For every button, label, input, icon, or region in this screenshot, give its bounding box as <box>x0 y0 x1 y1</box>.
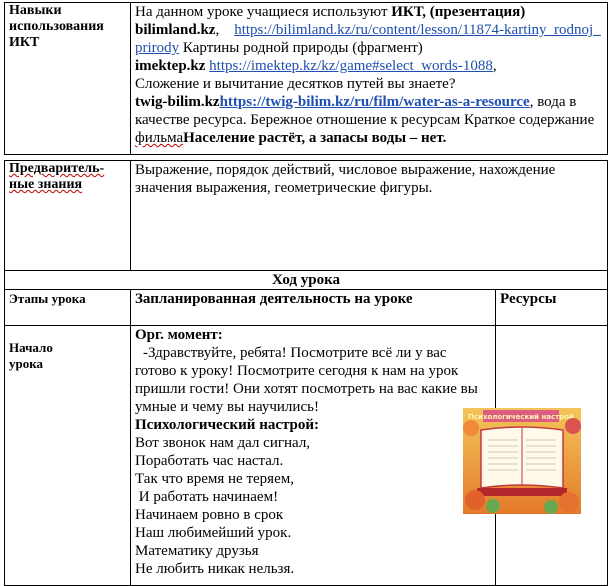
ict-line1-prefix: На данном уроке учащиеся используют <box>135 4 392 20</box>
ict-label-cell: Навыки использования ИКТ <box>4 2 131 155</box>
stage-cell: Начало урока <box>4 325 131 586</box>
lesson-title: Ход урока <box>271 272 341 288</box>
header-activity-cell: Запланированная деятельность на уроке <box>130 289 496 326</box>
poem-line-8: Не любить никак нельзя. <box>135 561 295 577</box>
ict-line1-bold: ИКТ, (презентация) <box>391 4 526 20</box>
stage-label: Начало урока <box>9 340 53 371</box>
activity-cell: Орг. момент: -Здравствуйте, ребята! Посм… <box>130 325 496 586</box>
site3-name: twig-bilim.kz <box>135 94 220 110</box>
ict-line3: imektep.kz https://imektep.kz/kz/game#se… <box>135 58 497 74</box>
site2-name: imektep.kz <box>135 58 206 74</box>
prior-content-cell: Выражение, порядок действий, числовое вы… <box>130 160 608 271</box>
resource-poster-image: Психологический настрой <box>463 408 581 514</box>
ict-label: Навыки использования ИКТ <box>9 3 104 50</box>
poem-line-3: Так что время не теряем, <box>135 471 294 487</box>
ict-line5: twig-bilim.kzhttps://twig-bilim.kz/ru/fi… <box>135 93 603 147</box>
prior-label: Предваритель-ные знания <box>9 161 105 192</box>
poem-line-6: Наш любимейший урок. <box>135 525 292 541</box>
header-stages-cell: Этапы урока <box>4 289 131 326</box>
header-stages: Этапы урока <box>9 291 86 306</box>
prior-label-cell: Предваритель-ные знания <box>4 160 131 271</box>
header-resources-cell: Ресурсы <box>495 289 608 326</box>
header-resources: Ресурсы <box>500 291 557 307</box>
url3-link[interactable]: https://twig-bilim.kz/ru/film/water-as-a… <box>220 94 530 110</box>
desc1-text: Картины родной природы (фрагмент) <box>179 40 423 56</box>
org-title: Орг. момент: <box>135 327 223 343</box>
leaf-right <box>559 492 579 512</box>
psy-title: Психологический настрой: <box>135 417 320 433</box>
poem-line-5: Начинаем ровно в срок <box>135 507 284 523</box>
org-text: -Здравствуйте, ребята! Посмотрите всё ли… <box>135 345 478 415</box>
poem-line-1: Вот звонок нам дал сигнал, <box>135 435 311 451</box>
poem-line-2: Поработать час настал. <box>135 453 284 469</box>
prior-text: Выражение, порядок действий, числовое вы… <box>135 162 556 196</box>
poem-line-4: И работать начинаем! <box>135 489 279 505</box>
poster-title: Психологический настрой <box>468 413 574 421</box>
header-activity: Запланированная деятельность на уроке <box>135 291 413 307</box>
film-word: фильма <box>135 130 184 146</box>
desc3-bold: Население растёт, а запасы воды – нет. <box>183 130 447 146</box>
ict-line2: bilimland.kz, https://bilimland.kz/ru/co… <box>135 22 601 56</box>
site1-name: bilimland.kz <box>135 22 216 38</box>
leaf-left <box>465 490 485 510</box>
desc2-text: Сложение и вычитание десятков путей вы з… <box>135 76 456 92</box>
book-cover <box>477 488 567 496</box>
lesson-title-cell: Ход урока <box>4 270 608 290</box>
url2-link[interactable]: https://imektep.kz/kz/game#select_words-… <box>209 58 493 74</box>
ict-content-cell: На данном уроке учащиеся используют ИКТ,… <box>130 2 608 155</box>
poem-line-7: Математику друзья <box>135 543 259 559</box>
lesson-table: Предваритель-ные знания Выражение, поряд… <box>4 160 608 586</box>
ict-table: Навыки использования ИКТ На данном уроке… <box>4 2 608 155</box>
ict-line1: На данном уроке учащиеся используют ИКТ,… <box>135 3 603 21</box>
